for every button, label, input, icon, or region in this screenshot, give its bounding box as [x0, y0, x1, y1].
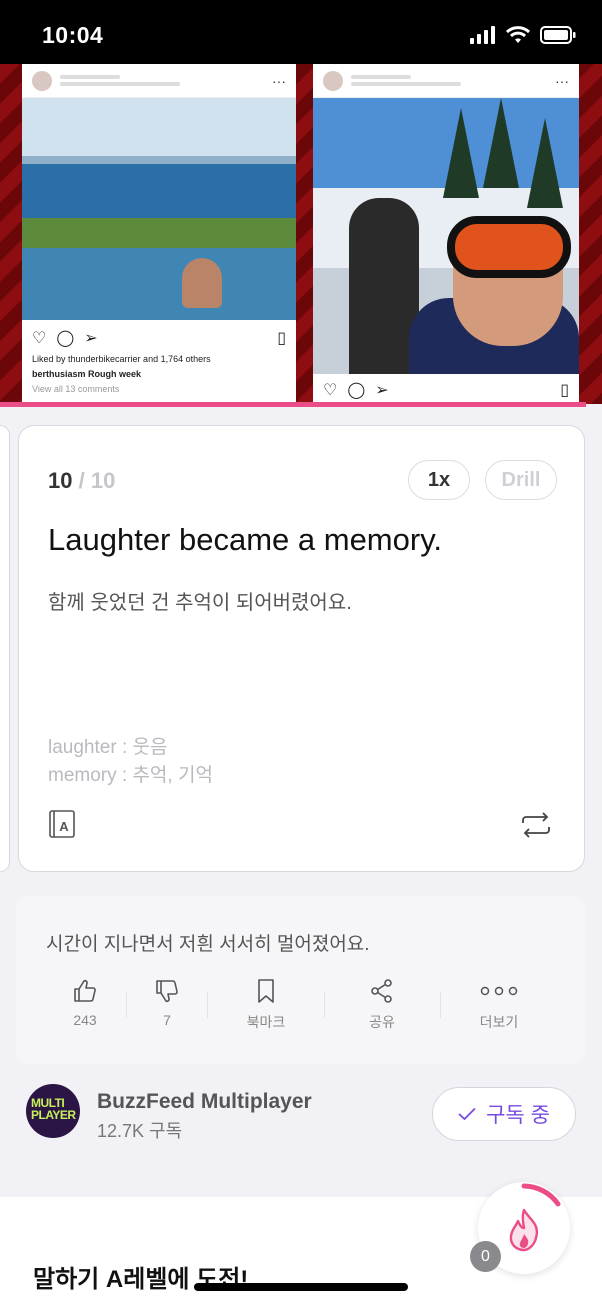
post-caption: Liked by thunderbikecarrier and 1,764 ot… [32, 352, 211, 397]
like-count: 243 [73, 1012, 97, 1028]
heart-icon: ♡ [323, 382, 338, 399]
channel-subscriber-count: 12.7K 구독 [97, 1121, 183, 1141]
vocab-item: laughter : 웃음 [48, 737, 168, 758]
comment-card: 시간이 지나면서 저흰 서서히 멀어졌어요. 243 7 북마크 공유 더보기 [16, 896, 586, 1064]
logo-text-line2: PLAYER [31, 1108, 76, 1122]
like-button[interactable]: 243 [45, 978, 125, 1028]
status-bar: 10:04 [0, 0, 602, 64]
more-icon [480, 986, 518, 996]
more-button[interactable]: 더보기 [459, 978, 539, 1032]
previous-card-edge[interactable] [0, 425, 10, 872]
post-actions: ♡ ◯ ➢ [323, 380, 389, 400]
divider [207, 992, 208, 1018]
likes-text: Liked by thunderbikecarrier and 1,764 ot… [32, 354, 211, 364]
person-in-pool [182, 258, 222, 308]
home-indicator[interactable] [194, 1283, 408, 1291]
instagram-post-left: ··· ♡ ◯ ➢ ▯ Liked by thunderbikecarrier … [22, 64, 296, 404]
more-dots-icon: ··· [272, 72, 286, 89]
post-actions: ♡ ◯ ➢ [32, 328, 98, 348]
bookmark-button[interactable]: 북마크 [226, 978, 306, 1032]
instagram-post-right: ··· ♡ ◯ ➢ ▯ [313, 64, 579, 404]
send-icon: ➢ [84, 330, 98, 347]
counter-separator: / [78, 468, 85, 493]
avatar [32, 70, 52, 91]
channel-row: MULTI PLAYER BuzzFeed Multiplayer 12.7K … [26, 1084, 586, 1144]
english-sentence: Laughter became a memory. [48, 522, 443, 557]
comments-link: View all 13 comments [32, 384, 120, 394]
more-label: 더보기 [479, 1014, 519, 1030]
channel-logo[interactable]: MULTI PLAYER [26, 1084, 80, 1138]
korean-translation: 함께 웃었던 건 추억이 되어버렸어요. [48, 592, 352, 614]
post-header: ··· [313, 64, 579, 98]
send-icon: ➢ [375, 382, 389, 399]
status-icons [470, 26, 576, 44]
divider [324, 992, 325, 1018]
drill-button[interactable]: Drill [485, 460, 557, 500]
action-bar: 243 7 북마크 공유 더보기 [16, 978, 586, 1038]
wifi-icon [506, 26, 530, 43]
more-dots-icon: ··· [555, 72, 569, 89]
current-index: 10 [48, 468, 73, 493]
cellular-signal-icon [470, 26, 495, 44]
battery-icon [540, 26, 576, 44]
status-time: 10:04 [42, 22, 104, 48]
post-header: ··· [22, 64, 296, 98]
next-sentence-text: 시간이 지나면서 저흰 서서히 멀어졌어요. [46, 934, 370, 955]
dislike-button[interactable]: 7 [127, 978, 207, 1028]
channel-name[interactable]: BuzzFeed Multiplayer [97, 1090, 312, 1114]
check-icon [458, 1107, 476, 1121]
total-count: 10 [90, 468, 116, 493]
ski-goggles [447, 216, 571, 278]
bookmark-icon [258, 979, 274, 1003]
share-button[interactable]: 공유 [342, 978, 422, 1032]
repeat-icon[interactable] [520, 811, 552, 839]
tree [527, 118, 563, 208]
sentence-counter: 10 / 10 [48, 468, 115, 494]
dictionary-icon[interactable]: A [48, 809, 78, 839]
heart-icon: ♡ [32, 330, 47, 347]
thumbs-up-icon [74, 979, 96, 1002]
speed-button[interactable]: 1x [408, 460, 470, 500]
share-icon [371, 979, 392, 1003]
dislike-count: 7 [163, 1012, 171, 1028]
tree [443, 108, 479, 198]
subscribe-label: 구독 중 [486, 1104, 550, 1127]
comment-icon: ◯ [347, 382, 366, 399]
divider [440, 992, 441, 1018]
caption-text: berthusiasm Rough week [32, 369, 142, 379]
bookmark-label: 북마크 [246, 1014, 286, 1030]
bookmark-outline-icon: ▯ [277, 330, 286, 347]
sentence-card: 10 / 10 1x Drill Laughter became a memor… [18, 425, 585, 872]
tree [483, 98, 519, 188]
svg-text:A: A [59, 819, 69, 834]
vocab-item: memory : 추억, 기억 [48, 765, 213, 786]
avatar [323, 70, 343, 91]
vocabulary-list: laughter : 웃음 memory : 추억, 기억 [48, 734, 213, 790]
streak-count-badge: 0 [470, 1241, 501, 1272]
share-label: 공유 [369, 1014, 395, 1030]
thumbs-down-icon [156, 980, 178, 1003]
subscribe-button[interactable]: 구독 중 [432, 1087, 576, 1141]
blurred-username [60, 72, 264, 89]
comment-icon: ◯ [56, 330, 75, 347]
video-progress-bar[interactable] [0, 402, 586, 407]
video-player[interactable]: ··· ♡ ◯ ➢ ▯ Liked by thunderbikecarrier … [0, 64, 602, 404]
ski-photo [313, 98, 579, 374]
blurred-username [351, 72, 547, 89]
bookmark-outline-icon: ▯ [560, 382, 569, 399]
pool-photo [22, 98, 296, 320]
